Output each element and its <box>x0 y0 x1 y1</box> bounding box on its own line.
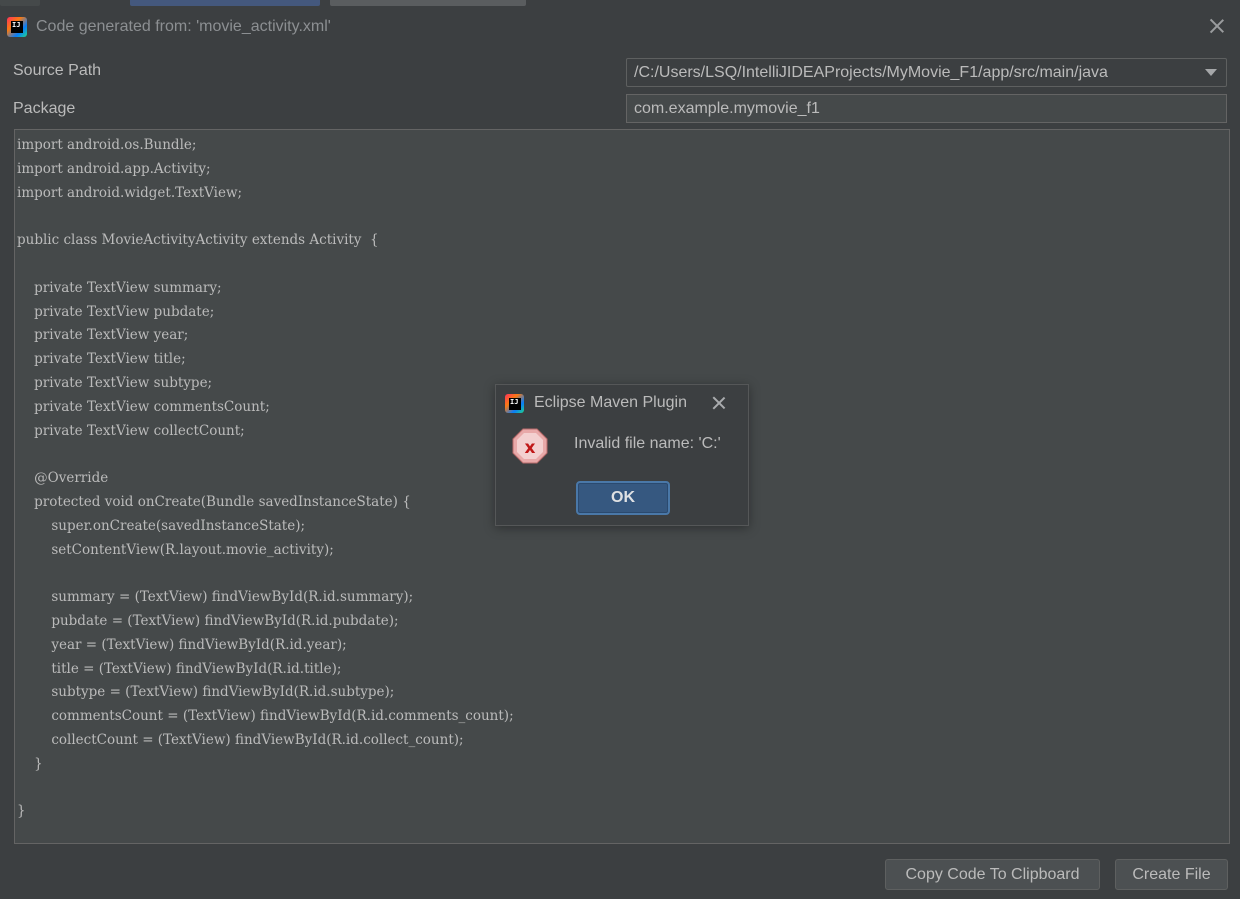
source-path-dropdown[interactable]: /C:/Users/LSQ/IntelliJIDEAProjects/MyMov… <box>626 58 1227 87</box>
code-line: import android.os.Bundle; <box>17 137 197 153</box>
window-title: Code generated from: 'movie_activity.xml… <box>36 18 331 35</box>
dialog-titlebar: IJ Code generated from: 'movie_activity.… <box>0 8 1240 46</box>
code-line: subtype = (TextView) findViewById(R.id.s… <box>17 684 395 701</box>
close-icon[interactable] <box>710 394 728 412</box>
code-line: collectCount = (TextView) findViewById(R… <box>17 731 464 748</box>
code-line: import android.widget.TextView; <box>17 184 243 201</box>
code-line: setContentView(R.layout.movie_activity); <box>17 541 334 558</box>
code-line: private TextView year; <box>17 327 189 344</box>
error-dialog: IJ Eclipse Maven Plugin x Invalid file n… <box>495 384 749 526</box>
code-line: import android.app.Activity; <box>17 160 211 177</box>
intellij-app-icon: IJ <box>505 393 524 413</box>
error-dialog-title: Eclipse Maven Plugin <box>534 394 687 411</box>
background-tab <box>330 0 526 6</box>
code-line: private TextView summary; <box>17 279 222 296</box>
background-tab-strip <box>0 0 1240 8</box>
code-line: title = (TextView) findViewById(R.id.tit… <box>17 660 342 677</box>
svg-text:x: x <box>525 438 536 458</box>
background-tab <box>130 0 320 6</box>
code-line: private TextView pubdate; <box>17 303 215 320</box>
create-file-button[interactable]: Create File <box>1115 859 1228 890</box>
error-message: Invalid file name: 'C:' <box>574 435 721 452</box>
code-line: summary = (TextView) findViewById(R.id.s… <box>17 589 414 606</box>
code-line: commentsCount = (TextView) findViewById(… <box>17 708 514 725</box>
code-line: private TextView title; <box>17 351 186 368</box>
code-line: pubdate = (TextView) findViewById(R.id.p… <box>17 612 399 629</box>
source-path-label: Source Path <box>13 62 102 79</box>
close-icon[interactable] <box>1208 17 1226 35</box>
intellij-app-icon: IJ <box>7 17 27 37</box>
background-tab <box>0 0 40 6</box>
package-label: Package <box>13 100 76 117</box>
chevron-down-icon[interactable] <box>1205 69 1217 76</box>
source-path-value: /C:/Users/LSQ/IntelliJIDEAProjects/MyMov… <box>634 63 1108 81</box>
code-line: year = (TextView) findViewById(R.id.year… <box>17 636 347 653</box>
error-icon: x <box>512 428 548 464</box>
copy-code-button[interactable]: Copy Code To Clipboard <box>885 859 1100 890</box>
code-line: public class MovieActivityActivity exten… <box>17 232 379 249</box>
code-line: } <box>17 803 26 820</box>
package-input[interactable] <box>626 94 1227 123</box>
ok-button[interactable]: OK <box>576 481 670 515</box>
code-line: } <box>17 755 43 772</box>
